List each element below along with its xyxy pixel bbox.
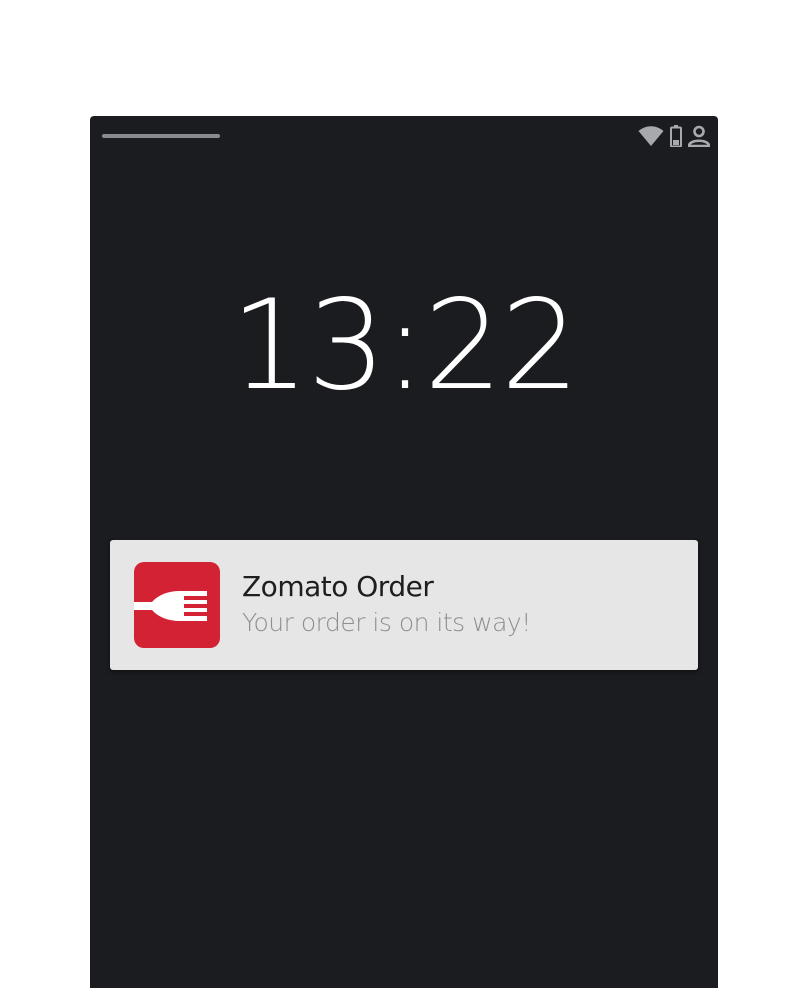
notification-body: Your order is on its way! <box>242 608 531 637</box>
lock-screen: 13:22 Zomato Order Your order is on its … <box>90 116 718 988</box>
lockscreen-clock: 13:22 <box>230 274 579 418</box>
status-icons <box>638 125 711 148</box>
notification-title: Zomato Order <box>242 570 434 603</box>
user-icon[interactable] <box>687 125 711 148</box>
battery-icon <box>670 125 682 148</box>
wifi-icon <box>638 126 664 146</box>
notification-shade-handle[interactable] <box>102 134 220 138</box>
notification-card[interactable]: Zomato Order Your order is on its way! <box>110 540 698 670</box>
status-bar <box>90 116 718 156</box>
zomato-app-icon <box>134 562 220 648</box>
fork-icon <box>134 591 207 621</box>
